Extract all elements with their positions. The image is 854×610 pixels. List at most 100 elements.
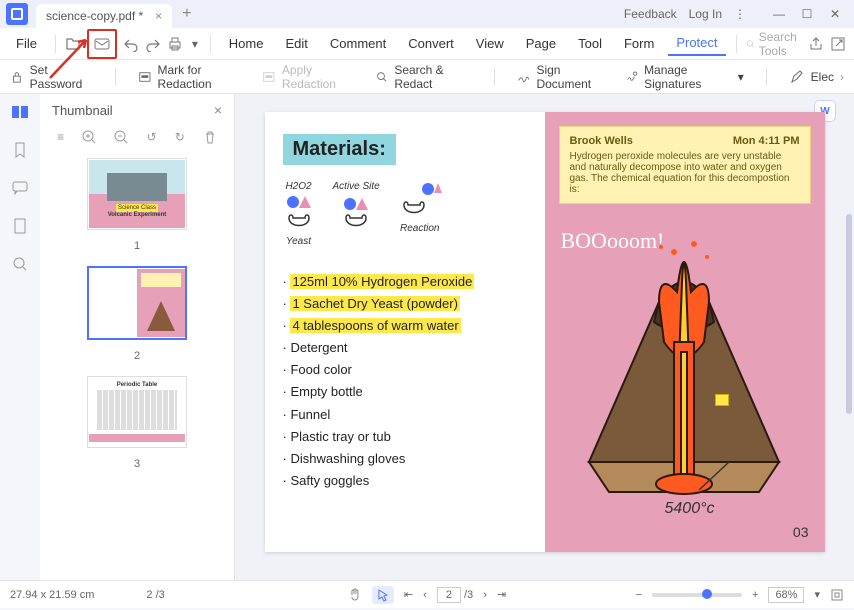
thumbnail-2[interactable] xyxy=(87,266,187,340)
search-icon xyxy=(746,37,755,51)
dropdown-icon[interactable]: ▾ xyxy=(189,32,200,56)
pen-icon xyxy=(789,69,805,85)
page-left: Materials: H2O2 Yeast Active Site Reacti… xyxy=(265,112,545,552)
rotate-right-icon[interactable]: ↻ xyxy=(175,130,185,144)
search-tab-icon[interactable] xyxy=(8,254,32,274)
select-tool-icon[interactable] xyxy=(372,586,394,604)
panel-close-icon[interactable]: × xyxy=(214,102,222,118)
zoom-slider[interactable] xyxy=(652,593,742,597)
menu-home[interactable]: Home xyxy=(221,32,272,55)
manage-signatures-button[interactable]: Manage Signatures ▾ xyxy=(625,63,744,91)
feedback-link[interactable]: Feedback xyxy=(624,7,677,21)
side-rail xyxy=(0,94,40,580)
search-redact-label: Search & Redact xyxy=(394,63,472,91)
thumb-2-number: 2 xyxy=(134,350,140,362)
more-icon[interactable]: ⋮ xyxy=(734,7,746,21)
electronic-sign-button[interactable]: Elec › xyxy=(789,69,844,85)
main-area: Thumbnail × ≡ ↺ ↻ Science Class Volcanic… xyxy=(0,94,854,580)
page-current: 2 xyxy=(146,589,152,601)
close-tab-icon[interactable]: × xyxy=(155,9,162,23)
page-navigator: ⇤ ‹ 2 /3 › ⇥ xyxy=(348,586,506,604)
lock-icon xyxy=(10,69,24,85)
new-tab-button[interactable]: + xyxy=(182,5,191,23)
fit-page-icon[interactable] xyxy=(830,588,844,602)
chevron-right-icon: › xyxy=(840,70,844,84)
search-redact-icon xyxy=(375,69,389,85)
zoom-out-btn[interactable]: − xyxy=(636,589,642,601)
page-dimensions: 27.94 x 21.59 cm xyxy=(10,589,94,601)
volcano-illustration xyxy=(559,222,809,502)
panel-menu-icon[interactable]: ≡ xyxy=(57,130,64,144)
set-password-button[interactable]: Set Password xyxy=(10,63,93,91)
statusbar: 27.94 x 21.59 cm 2 /3 ⇤ ‹ 2 /3 › ⇥ − + 6… xyxy=(0,580,854,608)
apply-redaction-button[interactable]: Apply Redaction xyxy=(262,63,356,91)
minimize-button[interactable]: — xyxy=(766,4,792,24)
hand-tool-icon[interactable] xyxy=(348,588,362,602)
manage-sig-icon xyxy=(625,69,638,85)
thumbnail-1[interactable]: Science Class Volcanic Experiment xyxy=(87,158,187,230)
set-password-label: Set Password xyxy=(30,63,93,91)
menu-form[interactable]: Form xyxy=(616,32,662,55)
page-total: 3 xyxy=(159,589,165,601)
document-canvas[interactable]: W Materials: H2O2 Yeast Active Site xyxy=(235,94,854,580)
thumbnail-tab-icon[interactable] xyxy=(8,102,32,122)
titlebar: science-copy.pdf * × + Feedback Log In ⋮… xyxy=(0,0,854,28)
delete-icon[interactable] xyxy=(203,130,217,144)
rotate-left-icon[interactable]: ↺ xyxy=(147,130,157,144)
mail-icon[interactable] xyxy=(90,32,114,56)
page-number: 03 xyxy=(793,524,809,540)
share-icon[interactable] xyxy=(808,32,824,56)
thumb-1-number: 1 xyxy=(134,240,140,252)
zoom-in-icon[interactable] xyxy=(82,130,96,144)
zoom-dropdown-icon[interactable]: ▾ xyxy=(814,588,820,601)
comment-tab-icon[interactable] xyxy=(8,178,32,198)
signature-icon xyxy=(517,69,531,85)
undo-icon[interactable] xyxy=(123,32,139,56)
comment-marker-icon[interactable] xyxy=(715,394,729,406)
close-window-button[interactable]: ✕ xyxy=(822,4,848,24)
sign-document-button[interactable]: Sign Document xyxy=(517,63,607,91)
menu-tool[interactable]: Tool xyxy=(570,32,610,55)
last-page-icon[interactable]: ⇥ xyxy=(497,588,506,601)
bookmark-tab-icon[interactable] xyxy=(8,140,32,160)
note-body: Hydrogen peroxide molecules are very uns… xyxy=(570,151,800,195)
save-send-callout xyxy=(87,29,117,59)
search-tools[interactable]: Search Tools xyxy=(746,30,802,58)
maximize-button[interactable]: ☐ xyxy=(794,4,820,24)
panel-title: Thumbnail xyxy=(52,103,113,118)
menubar: File ▾ Home Edit Comment Convert View Pa… xyxy=(0,28,854,60)
mark-redaction-button[interactable]: Mark for Redaction xyxy=(138,63,244,91)
first-page-icon[interactable]: ⇤ xyxy=(404,588,413,601)
document-tab[interactable]: science-copy.pdf * × xyxy=(36,4,172,28)
search-redact-button[interactable]: Search & Redact xyxy=(375,63,472,91)
thumbnail-3[interactable]: Periodic Table xyxy=(87,376,187,448)
sign-document-label: Sign Document xyxy=(536,63,606,91)
external-icon[interactable] xyxy=(830,32,846,56)
menu-view[interactable]: View xyxy=(468,32,512,55)
materials-heading: Materials: xyxy=(283,134,396,165)
temperature-label: 5400°c xyxy=(665,500,715,518)
zoom-out-icon[interactable] xyxy=(114,130,128,144)
tab-filename: science-copy.pdf * xyxy=(46,9,143,23)
redo-icon[interactable] xyxy=(145,32,161,56)
thumbnail-list: Science Class Volcanic Experiment 1 2 Pe… xyxy=(40,154,234,580)
open-icon[interactable] xyxy=(65,32,81,56)
menu-file[interactable]: File xyxy=(8,32,45,55)
login-link[interactable]: Log In xyxy=(689,7,722,21)
menu-protect[interactable]: Protect xyxy=(668,31,725,56)
mark-redaction-label: Mark for Redaction xyxy=(157,63,244,91)
vertical-scrollbar[interactable] xyxy=(846,214,852,414)
app-logo xyxy=(6,3,28,25)
menu-comment[interactable]: Comment xyxy=(322,32,394,55)
menu-convert[interactable]: Convert xyxy=(400,32,462,55)
manage-signatures-label: Manage Signatures xyxy=(644,63,732,91)
next-page-icon[interactable]: › xyxy=(483,589,487,601)
attachment-tab-icon[interactable] xyxy=(8,216,32,236)
sticky-note[interactable]: Brook Wells Mon 4:11 PM Hydrogen peroxid… xyxy=(559,126,811,204)
prev-page-icon[interactable]: ‹ xyxy=(423,589,427,601)
menu-edit[interactable]: Edit xyxy=(277,32,315,55)
menu-page[interactable]: Page xyxy=(518,32,564,55)
zoom-in-btn[interactable]: + xyxy=(752,589,758,601)
note-time: Mon 4:11 PM xyxy=(733,135,800,147)
print-icon[interactable] xyxy=(167,32,183,56)
